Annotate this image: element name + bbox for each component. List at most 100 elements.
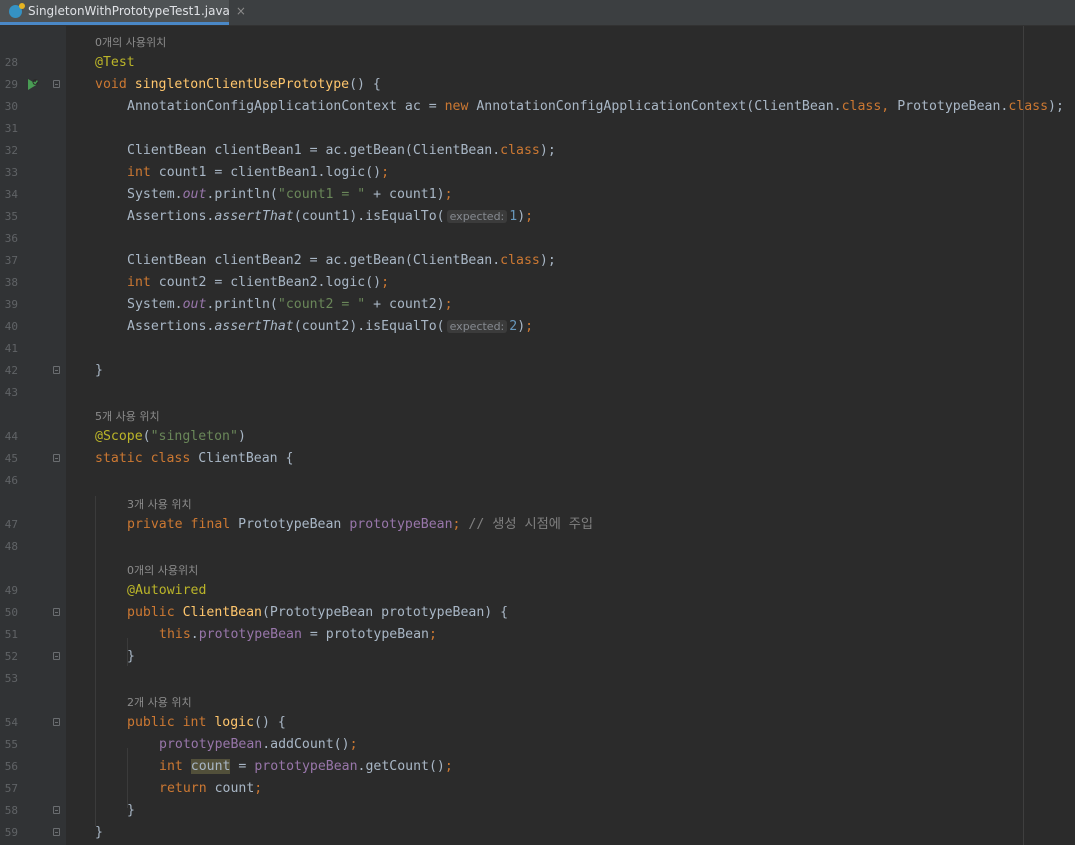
code-text: ) xyxy=(237,429,246,444)
code-text: .addCount() xyxy=(262,737,350,752)
code-text: ClientBean { xyxy=(190,451,294,466)
semicolon: ; xyxy=(525,209,534,224)
code-line-42: } xyxy=(95,363,103,378)
field: prototypeBean xyxy=(254,759,358,774)
keyword: public xyxy=(127,605,175,620)
code-line-37: ClientBean clientBean2 = ac.getBean(Clie… xyxy=(127,252,556,270)
method-name: singletonClientUsePrototype xyxy=(134,77,350,92)
code-line-47: private final PrototypeBean prototypeBea… xyxy=(127,516,593,534)
code-line-59: } xyxy=(95,825,103,840)
keyword: private final xyxy=(127,517,231,532)
code-line-32: ClientBean clientBean1 = ac.getBean(Clie… xyxy=(127,142,556,160)
code-text: .getCount() xyxy=(357,759,445,774)
line-number: 46 xyxy=(4,474,18,487)
static-method: assertThat xyxy=(214,319,294,334)
code-line-52: } xyxy=(127,649,135,664)
semicolon: ; xyxy=(525,319,534,334)
line-number: 53 xyxy=(4,672,18,685)
code-text: () { xyxy=(254,715,286,730)
code-text: ) xyxy=(517,209,526,224)
keyword: this xyxy=(159,627,191,642)
usage-hint[interactable]: 2개 사용 위치 xyxy=(127,694,192,710)
line-number: 54 xyxy=(4,716,18,729)
usage-hint[interactable]: 5개 사용 위치 xyxy=(95,408,160,424)
code-line-35: Assertions.assertThat(count1).isEqualTo(… xyxy=(127,208,533,226)
code-text: PrototypeBean. xyxy=(897,99,1009,114)
code-line-28: @Test xyxy=(95,54,135,72)
string-literal: "count1 = " xyxy=(277,187,366,202)
string-literal: "singleton" xyxy=(150,429,238,444)
code-text: Assertions. xyxy=(127,319,215,334)
line-number-column: 28 29 30 31 32 33 34 35 36 37 38 39 40 41 42 43 44 45 46 47… xyxy=(0,0,66,845)
line-number: 49 xyxy=(4,584,18,597)
usage-hint[interactable]: 0개의 사용위치 xyxy=(127,562,198,578)
code-text: count xyxy=(206,781,255,796)
line-number: 36 xyxy=(4,232,18,245)
line-number: 58 xyxy=(4,804,18,817)
code-line-57: return count; xyxy=(159,780,262,798)
keyword: int xyxy=(159,759,183,774)
keyword: return xyxy=(159,781,207,796)
line-number: 45 xyxy=(4,452,18,465)
semicolon: ; xyxy=(381,275,390,290)
line-number: 32 xyxy=(4,144,18,157)
code-text: .println( xyxy=(206,297,278,312)
code-text: . xyxy=(190,627,199,642)
code-text: Assertions. xyxy=(127,209,215,224)
field: prototypeBean xyxy=(349,517,453,532)
line-number: 47 xyxy=(4,518,18,531)
code-text: ) xyxy=(517,319,526,334)
code-line-33: int count1 = clientBean1.logic(); xyxy=(127,164,389,182)
code-text: ClientBean clientBean2 = ac.getBean(Clie… xyxy=(127,253,501,268)
keyword: int xyxy=(127,165,151,180)
code-line-29: void singletonClientUsePrototype() { xyxy=(95,76,381,94)
code-text: ); xyxy=(1048,99,1064,114)
code-text: ( xyxy=(142,429,151,444)
code-line-40: Assertions.assertThat(count2).isEqualTo(… xyxy=(127,318,533,336)
code-text: AnnotationConfigApplicationContext ac = xyxy=(127,99,445,114)
code-text: count2 = clientBean2.logic() xyxy=(150,275,382,290)
code-text: , xyxy=(881,99,898,114)
semicolon: ; xyxy=(428,627,437,642)
code-line-54: public int logic() { xyxy=(127,714,286,732)
keyword: static class xyxy=(95,451,191,466)
code-line-34: System.out.println("count1 = " + count1)… xyxy=(127,186,453,204)
usage-hint[interactable]: 3개 사용 위치 xyxy=(127,496,192,512)
code-text: System. xyxy=(127,187,183,202)
keyword: class xyxy=(841,99,882,114)
line-number: 59 xyxy=(4,826,18,839)
annotation: @Test xyxy=(95,55,135,70)
static-field: out xyxy=(182,297,207,312)
static-field: out xyxy=(182,187,207,202)
line-number: 42 xyxy=(4,364,18,377)
code-text: () { xyxy=(349,77,381,92)
code-text: = xyxy=(230,759,255,774)
semicolon: ; xyxy=(444,759,453,774)
line-number: 52 xyxy=(4,650,18,663)
keyword: class xyxy=(500,143,540,158)
code-text: ClientBean clientBean1 = ac.getBean(Clie… xyxy=(127,143,501,158)
line-number: 30 xyxy=(4,100,18,113)
string-literal: "count2 = " xyxy=(277,297,366,312)
code-text: = prototypeBean xyxy=(301,627,429,642)
line-number: 39 xyxy=(4,298,18,311)
keyword: public int xyxy=(127,715,207,730)
parameter-hint: expected: xyxy=(446,320,508,333)
line-number: 35 xyxy=(4,210,18,223)
code-lines: 0개의 사용위치 @Test void singletonClientUsePr… xyxy=(0,0,1075,845)
line-number: 43 xyxy=(4,386,18,399)
line-number: 48 xyxy=(4,540,18,553)
keyword: int xyxy=(127,275,151,290)
line-number: 38 xyxy=(4,276,18,289)
keyword: class xyxy=(500,253,540,268)
line-number: 55 xyxy=(4,738,18,751)
semicolon: ; xyxy=(254,781,263,796)
code-text: ); xyxy=(539,143,556,158)
code-text: .println( xyxy=(206,187,278,202)
semicolon: ; xyxy=(381,165,390,180)
code-line-45: static class ClientBean { xyxy=(95,450,294,468)
usage-hint[interactable]: 0개의 사용위치 xyxy=(95,34,166,50)
code-line-55: prototypeBean.addCount(); xyxy=(159,736,358,754)
code-line-58: } xyxy=(127,803,135,818)
semicolon: ; xyxy=(444,187,453,202)
